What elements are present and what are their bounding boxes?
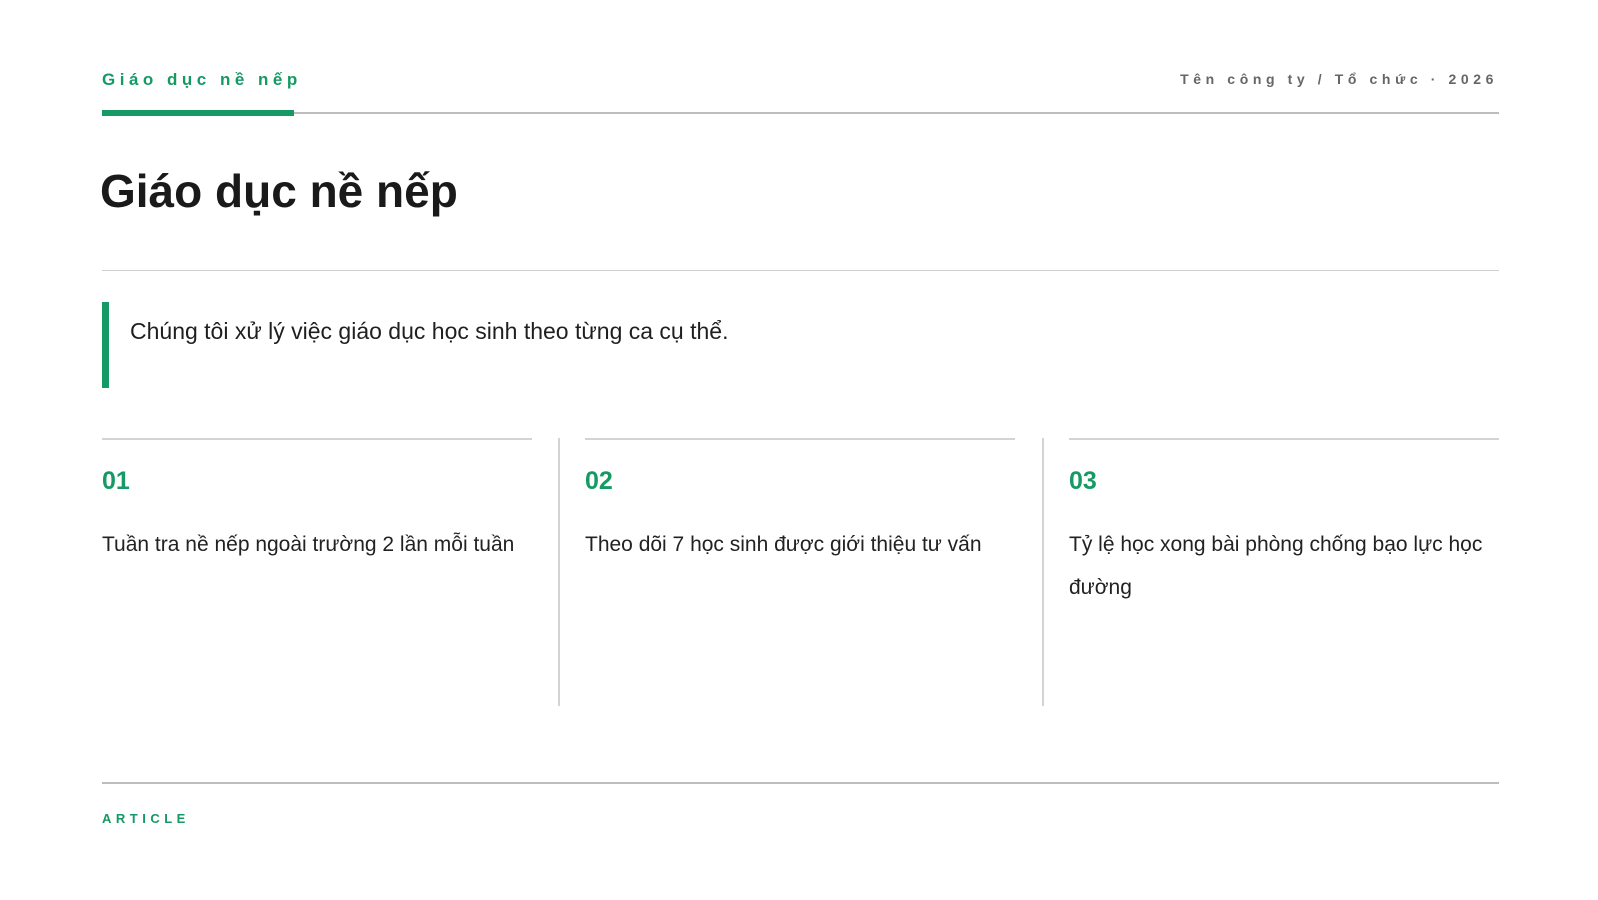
header-divider <box>102 112 1499 114</box>
header-accent-bar <box>102 110 294 116</box>
card-divider <box>1069 438 1499 440</box>
card-number: 03 <box>1069 467 1097 495</box>
slide: Giáo dục nề nếp Tên công ty / Tổ chức · … <box>0 0 1598 900</box>
card-text: Tuần tra nề nếp ngoài trường 2 lần mỗi t… <box>102 533 515 556</box>
card-text: Tỷ lệ học xong bài phòng chống bạo lực h… <box>1069 533 1483 599</box>
point-card-1: 01 Tuần tra nề nếp ngoài trường 2 lần mỗ… <box>102 438 532 706</box>
card-divider <box>585 438 1015 440</box>
callout-accent-bar <box>102 302 109 388</box>
lead-callout: Chúng tôi xử lý việc giáo dục học sinh t… <box>102 302 1499 388</box>
card-divider <box>102 438 532 440</box>
footer-label: ARTICLE <box>102 811 190 826</box>
column-divider <box>558 438 560 706</box>
organization-label: Tên công ty / Tổ chức · 2026 <box>1180 71 1498 87</box>
page-title: Giáo dục nề nếp <box>100 165 458 217</box>
footer-divider <box>102 782 1499 784</box>
card-number: 01 <box>102 467 130 495</box>
card-text: Theo dõi 7 học sinh được giới thiệu tư v… <box>585 533 982 556</box>
point-card-3: 03 Tỷ lệ học xong bài phòng chống bạo lự… <box>1069 438 1499 706</box>
point-card-2: 02 Theo dõi 7 học sinh được giới thiệu t… <box>585 438 1015 706</box>
card-number: 02 <box>585 467 613 495</box>
column-divider <box>1042 438 1044 706</box>
title-divider <box>102 270 1499 271</box>
section-kicker: Giáo dục nề nếp <box>102 70 302 89</box>
lead-text: Chúng tôi xử lý việc giáo dục học sinh t… <box>130 318 729 344</box>
